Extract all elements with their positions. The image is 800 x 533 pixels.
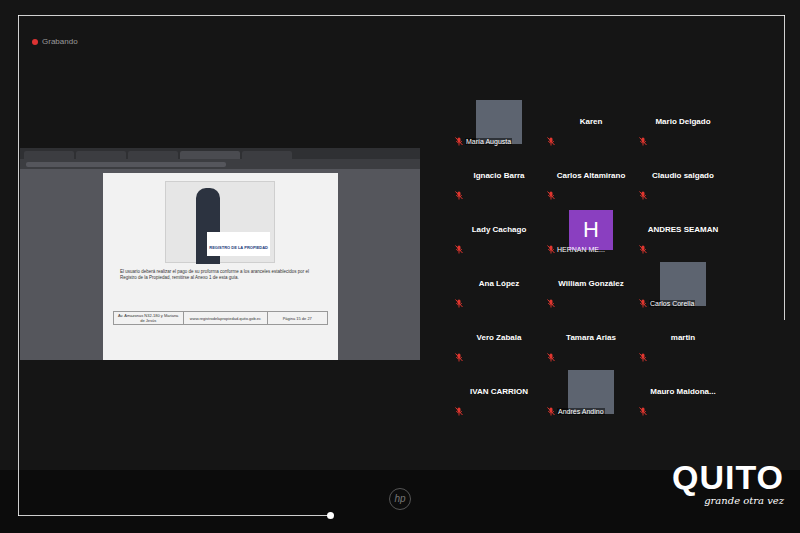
record-icon: [32, 39, 38, 45]
avatar: H: [569, 210, 613, 250]
participant-tile[interactable]: María Augusta: [453, 95, 545, 149]
document-brand: REGISTRO DE LA PROPIEDAD: [209, 245, 268, 250]
participant-tile[interactable]: William González: [545, 257, 637, 311]
muted-mic-icon: [547, 299, 555, 308]
participant-name: Andrés Andino: [557, 408, 605, 415]
muted-mic-icon: [547, 191, 555, 200]
participant-tile[interactable]: Karen: [545, 95, 637, 149]
muted-mic-icon: [547, 407, 555, 416]
participant-tile[interactable]: Mario Delgado: [637, 95, 729, 149]
participant-name: Lady Cachago: [472, 226, 527, 234]
muted-mic-icon: [639, 353, 647, 362]
laptop-brand: hp: [394, 494, 405, 504]
avatar-letter: H: [583, 219, 599, 241]
document-footer: Av. Amazonas N32-180 y Mariana de Jesúsw…: [113, 311, 328, 325]
muted-mic-icon: [639, 137, 647, 146]
participant-name: Ana López: [479, 280, 519, 288]
recording-indicator: Grabando: [32, 38, 78, 46]
participant-name: William González: [558, 280, 623, 288]
participant-name: martin: [671, 334, 695, 342]
participant-tile[interactable]: Andrés Andino: [545, 365, 637, 419]
muted-mic-icon: [547, 245, 555, 254]
participant-name: Carlos Altamirano: [557, 172, 626, 180]
participant-name: Karen: [580, 118, 603, 126]
muted-mic-icon: [455, 137, 463, 146]
muted-mic-icon: [547, 353, 555, 362]
muted-mic-icon: [639, 407, 647, 416]
participant-tile[interactable]: Vero Zabala: [453, 311, 545, 365]
footer-cell: www.registrodelapropiedad.quito.gob.ec: [183, 312, 267, 324]
muted-mic-icon: [455, 191, 463, 200]
footer-cell: Página 15 de 27: [267, 312, 326, 324]
document-page: REGISTRO DE LA PROPIEDAD El usuario debe…: [103, 173, 338, 360]
participant-tile[interactable]: H HERNAN ME...: [545, 203, 637, 257]
muted-mic-icon: [455, 299, 463, 308]
participant-name: HERNAN ME...: [557, 246, 605, 253]
logo-title: QUITO: [672, 460, 784, 494]
participant-tile[interactable]: Carlos Corella: [637, 257, 729, 311]
participant-tile[interactable]: Mauro Maldona...: [637, 365, 729, 419]
muted-mic-icon: [639, 191, 647, 200]
participant-tile[interactable]: Lady Cachago: [453, 203, 545, 257]
footer-cell: Av. Amazonas N32-180 y Mariana de Jesús: [114, 312, 183, 324]
participant-name: Mauro Maldona...: [650, 388, 715, 396]
participant-tile[interactable]: Carlos Altamirano: [545, 149, 637, 203]
participant-tile[interactable]: Tamara Arias: [545, 311, 637, 365]
participant-tile[interactable]: Ana López: [453, 257, 545, 311]
participant-name: IVAN CARRION: [470, 388, 528, 396]
document-photo: REGISTRO DE LA PROPIEDAD: [165, 181, 275, 263]
browser-tabs: [20, 148, 420, 159]
participant-name: Tamara Arias: [566, 334, 616, 342]
participant-tile[interactable]: Ignacio Barra: [453, 149, 545, 203]
participant-name: María Augusta: [465, 138, 512, 145]
muted-mic-icon: [639, 299, 647, 308]
muted-mic-icon: [639, 245, 647, 254]
muted-mic-icon: [455, 353, 463, 362]
muted-mic-icon: [455, 245, 463, 254]
muted-mic-icon: [455, 407, 463, 416]
participant-tile[interactable]: Claudio salgado: [637, 149, 729, 203]
participant-name: Ignacio Barra: [473, 172, 524, 180]
quito-logo: QUITO grande otra vez: [672, 460, 784, 506]
recording-label: Grabando: [42, 38, 78, 46]
muted-mic-icon: [547, 137, 555, 146]
participant-tile[interactable]: IVAN CARRION: [453, 365, 545, 419]
participant-tile[interactable]: ANDRES SEAMAN: [637, 203, 729, 257]
participant-name: Carlos Corella: [649, 300, 695, 307]
shared-screen: REGISTRO DE LA PROPIEDAD El usuario debe…: [20, 148, 420, 360]
participant-name: Vero Zabala: [477, 334, 522, 342]
address-bar[interactable]: [20, 159, 420, 169]
logo-tagline: grande otra vez: [704, 496, 784, 506]
participant-grid: María Augusta Karen Mario Delgado Ignacio B…: [453, 95, 729, 419]
participant-tile[interactable]: martin: [637, 311, 729, 365]
hp-logo: hp: [389, 488, 411, 510]
participant-name: Claudio salgado: [652, 172, 714, 180]
participant-name: ANDRES SEAMAN: [648, 226, 719, 234]
document-paragraph: El usuario deberá realizar el pago de su…: [120, 269, 320, 281]
participant-name: Mario Delgado: [655, 118, 710, 126]
